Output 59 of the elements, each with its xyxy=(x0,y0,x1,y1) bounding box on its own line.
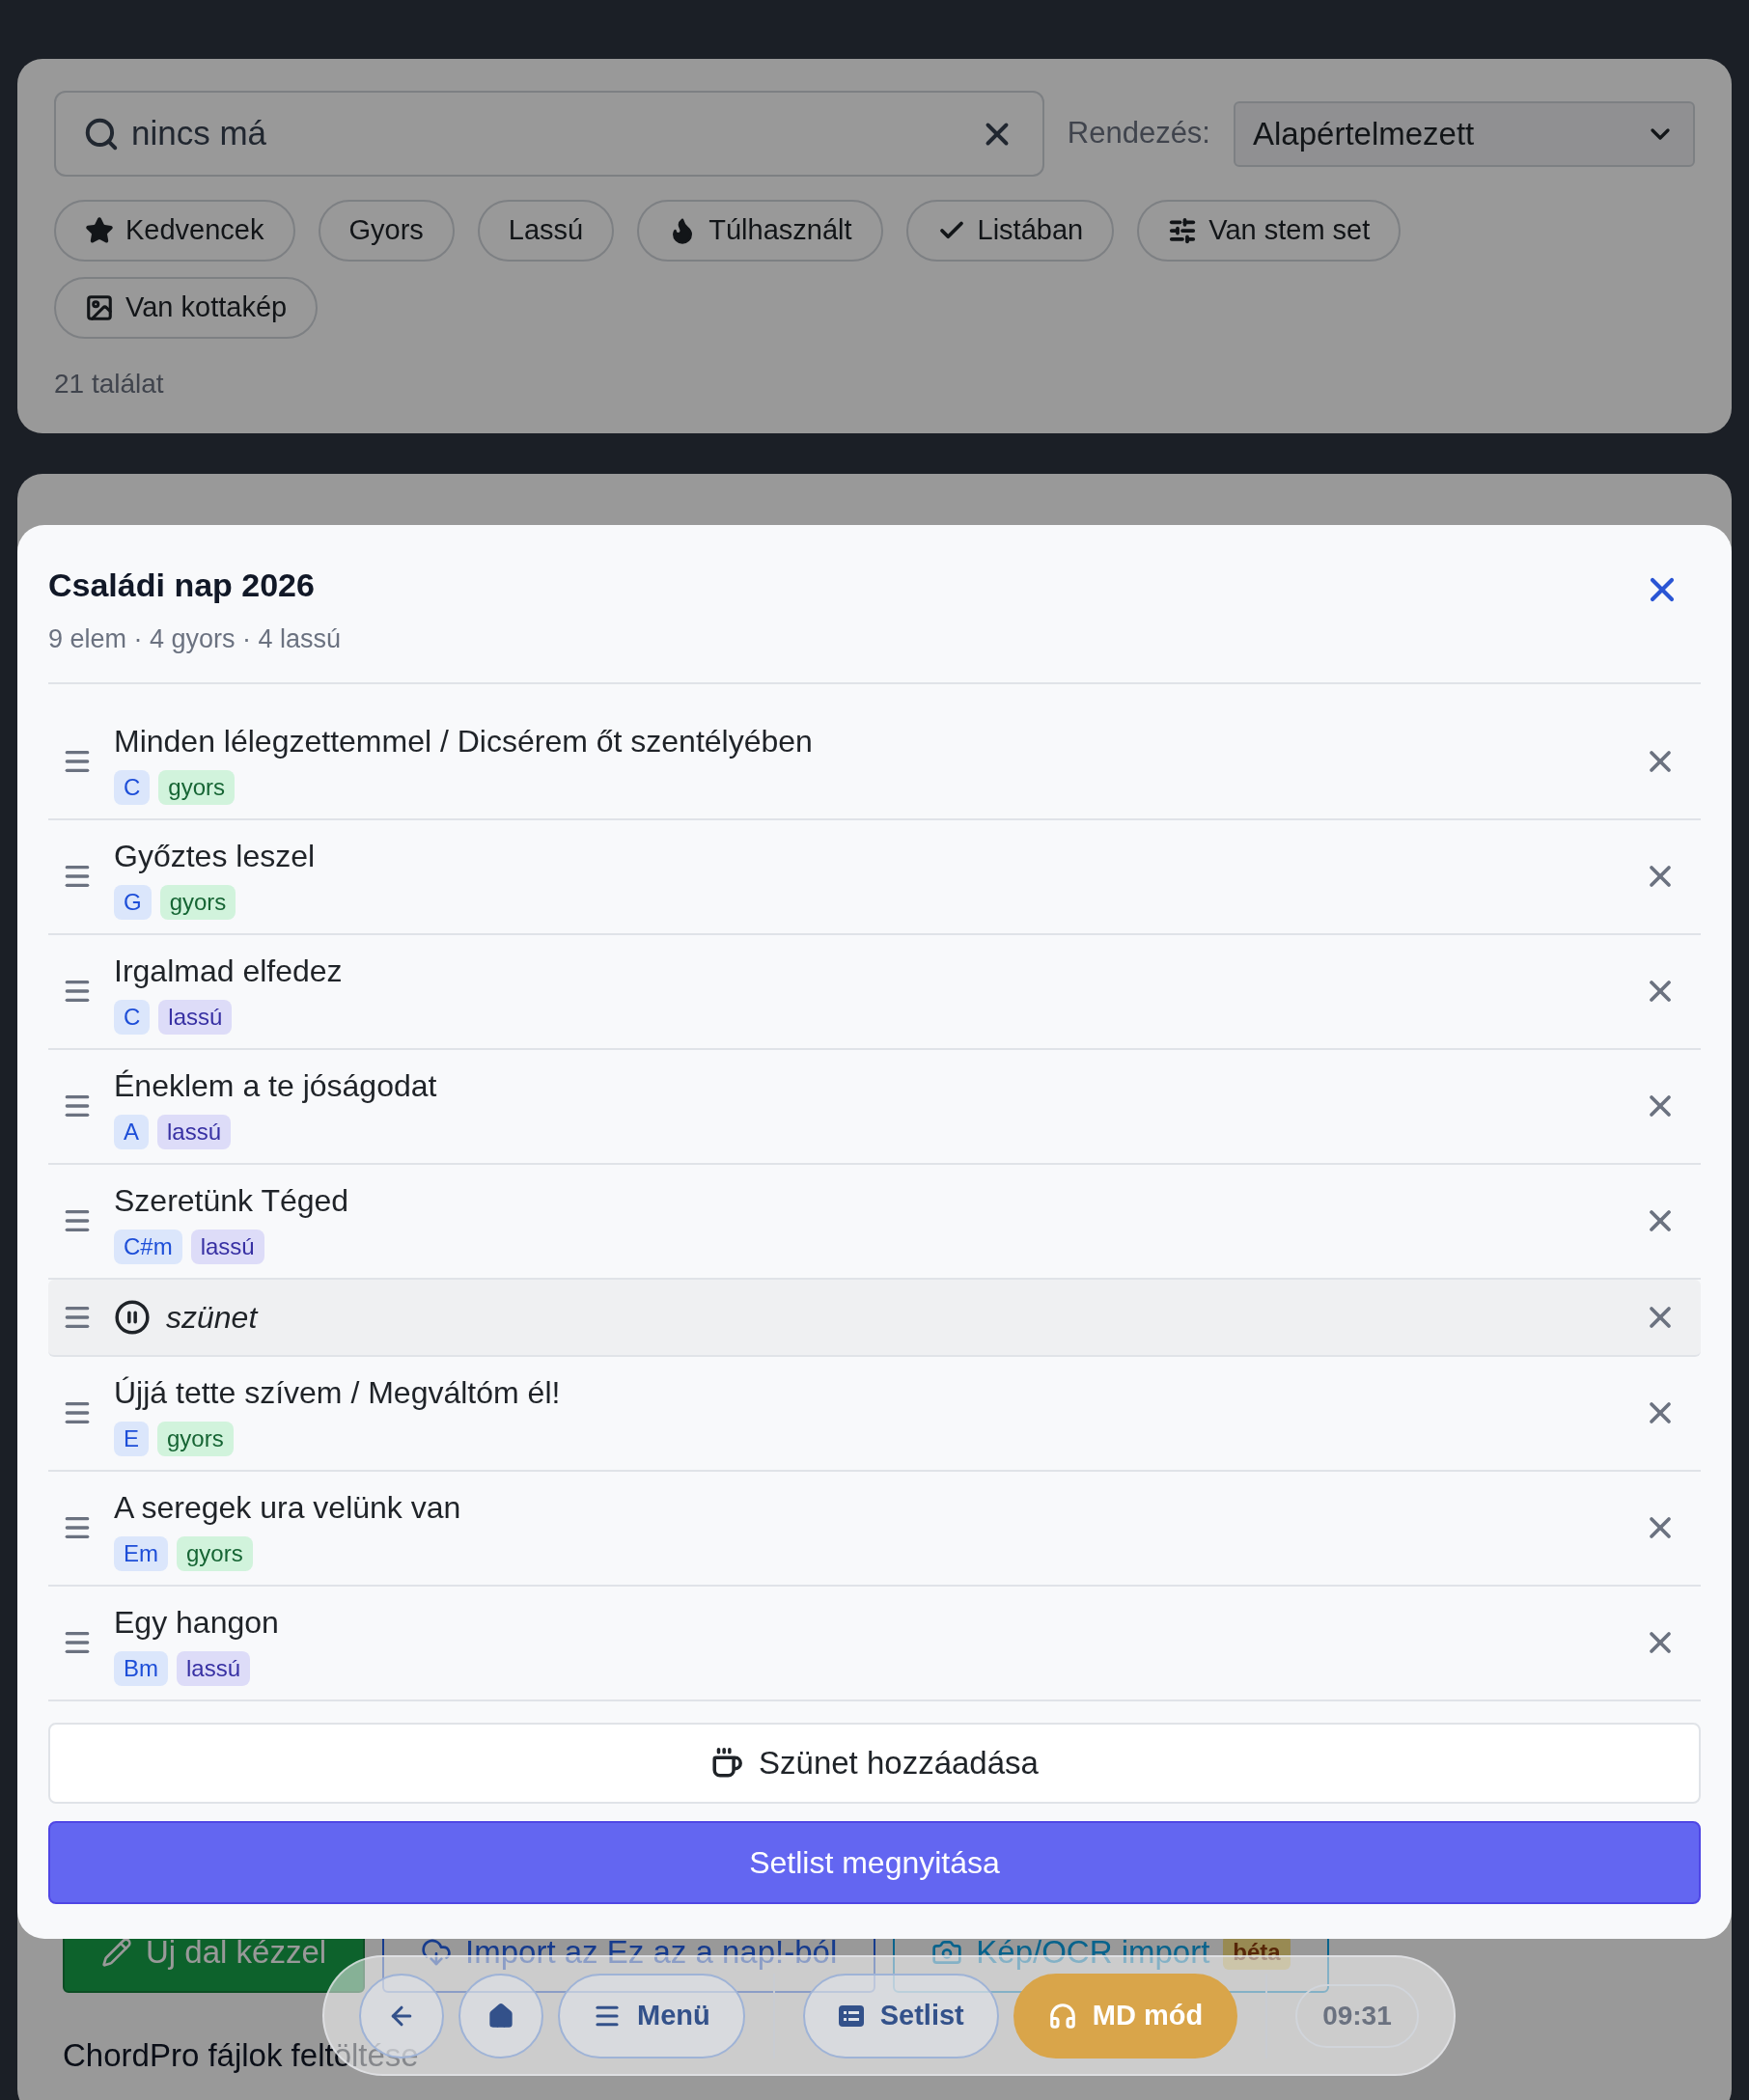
song-row[interactable]: Győztes leszel G gyors xyxy=(48,819,1701,935)
song-title: Minden lélegzettemmel / Dicsérem őt szentélyében xyxy=(114,723,814,760)
pause-label: szünet xyxy=(166,1298,258,1337)
sort-select[interactable]: Alapértelmezett xyxy=(1234,100,1695,167)
key-tag: C xyxy=(114,1000,151,1035)
sort-label: Rendezés: xyxy=(1067,115,1210,152)
filter-chip[interactable]: Lassú xyxy=(477,200,615,262)
song-row[interactable]: Minden lélegzettemmel / Dicsérem őt szentélyében C gyors xyxy=(48,705,1701,820)
filter-chip[interactable]: Túlhasznált xyxy=(637,200,883,262)
open-setlist-button[interactable]: Setlist megnyitása xyxy=(48,1820,1701,1904)
result-count: 21 találat xyxy=(54,368,165,401)
tempo-tag: gyors xyxy=(158,770,236,805)
song-title: Egy hangon xyxy=(114,1604,280,1642)
tempo-tag: lassú xyxy=(177,1651,251,1686)
filter-chip[interactable]: Van stem set xyxy=(1137,200,1402,262)
song-title: Szeretünk Téged xyxy=(114,1182,350,1220)
add-break-button[interactable]: Szünet hozzáadása xyxy=(48,1722,1701,1804)
filter-chip[interactable]: Van kottakép xyxy=(54,277,319,339)
tempo-tag: gyors xyxy=(157,1422,234,1456)
coffee-cup-icon xyxy=(710,1746,744,1780)
filter-chip[interactable]: Gyors xyxy=(318,200,455,262)
song-title: Újjá tette szívem / Megváltóm él! xyxy=(114,1374,562,1412)
pause-icon xyxy=(114,1298,151,1336)
menu-nav-button[interactable]: Menü xyxy=(558,1973,745,2059)
song-title: A seregek ura velünk van xyxy=(114,1489,462,1527)
key-tag: Em xyxy=(114,1536,168,1571)
sliders-icon xyxy=(1168,216,1198,245)
image-icon xyxy=(85,293,114,322)
tempo-tag: lassú xyxy=(157,1115,232,1149)
search-field[interactable]: nincs má xyxy=(54,91,1044,177)
song-row[interactable]: Egy hangon Bm lassú xyxy=(48,1586,1701,1701)
tempo-tag: lassú xyxy=(158,1000,233,1035)
setlist-nav-button[interactable]: Setlist xyxy=(802,1973,999,2059)
song-title: Éneklem a te jóságodat xyxy=(114,1067,438,1105)
filter-chip[interactable]: Listában xyxy=(905,200,1115,262)
headphones-icon xyxy=(1047,2001,1077,2031)
upload-title: ChordPro fájlok feltöltése xyxy=(63,2036,420,2075)
song-title: Irgalmad elfedez xyxy=(114,953,344,990)
modal-title: Családi nap 2026 xyxy=(48,566,316,605)
song-row[interactable]: Éneklem a te jóságodat A lassú xyxy=(48,1049,1701,1165)
pause-row[interactable]: szünet xyxy=(48,1279,1701,1357)
clock: 09:31 xyxy=(1295,1983,1419,2048)
key-tag: E xyxy=(114,1422,149,1456)
song-row[interactable]: A seregek ura velünk van Em gyors xyxy=(48,1471,1701,1587)
cloud-download-icon xyxy=(421,1937,453,1968)
song-title: Győztes leszel xyxy=(114,838,317,875)
modal-summary: 9 elem · 4 gyors · 4 lassú xyxy=(48,623,342,655)
key-tag: C xyxy=(114,770,151,805)
key-tag: A xyxy=(114,1115,149,1149)
tempo-tag: gyors xyxy=(177,1536,253,1571)
filter-chip[interactable]: Kedvencek xyxy=(54,200,295,262)
song-row[interactable]: Irgalmad elfedez C lassú xyxy=(48,934,1701,1050)
key-tag: Bm xyxy=(114,1651,168,1686)
tempo-tag: gyors xyxy=(159,885,236,920)
key-tag: G xyxy=(114,885,152,920)
song-row[interactable]: Újjá tette szívem / Megváltóm él! E gyors xyxy=(48,1356,1701,1472)
star-icon xyxy=(85,216,114,245)
tempo-tag: lassú xyxy=(190,1230,264,1264)
key-tag: C#m xyxy=(114,1230,182,1264)
